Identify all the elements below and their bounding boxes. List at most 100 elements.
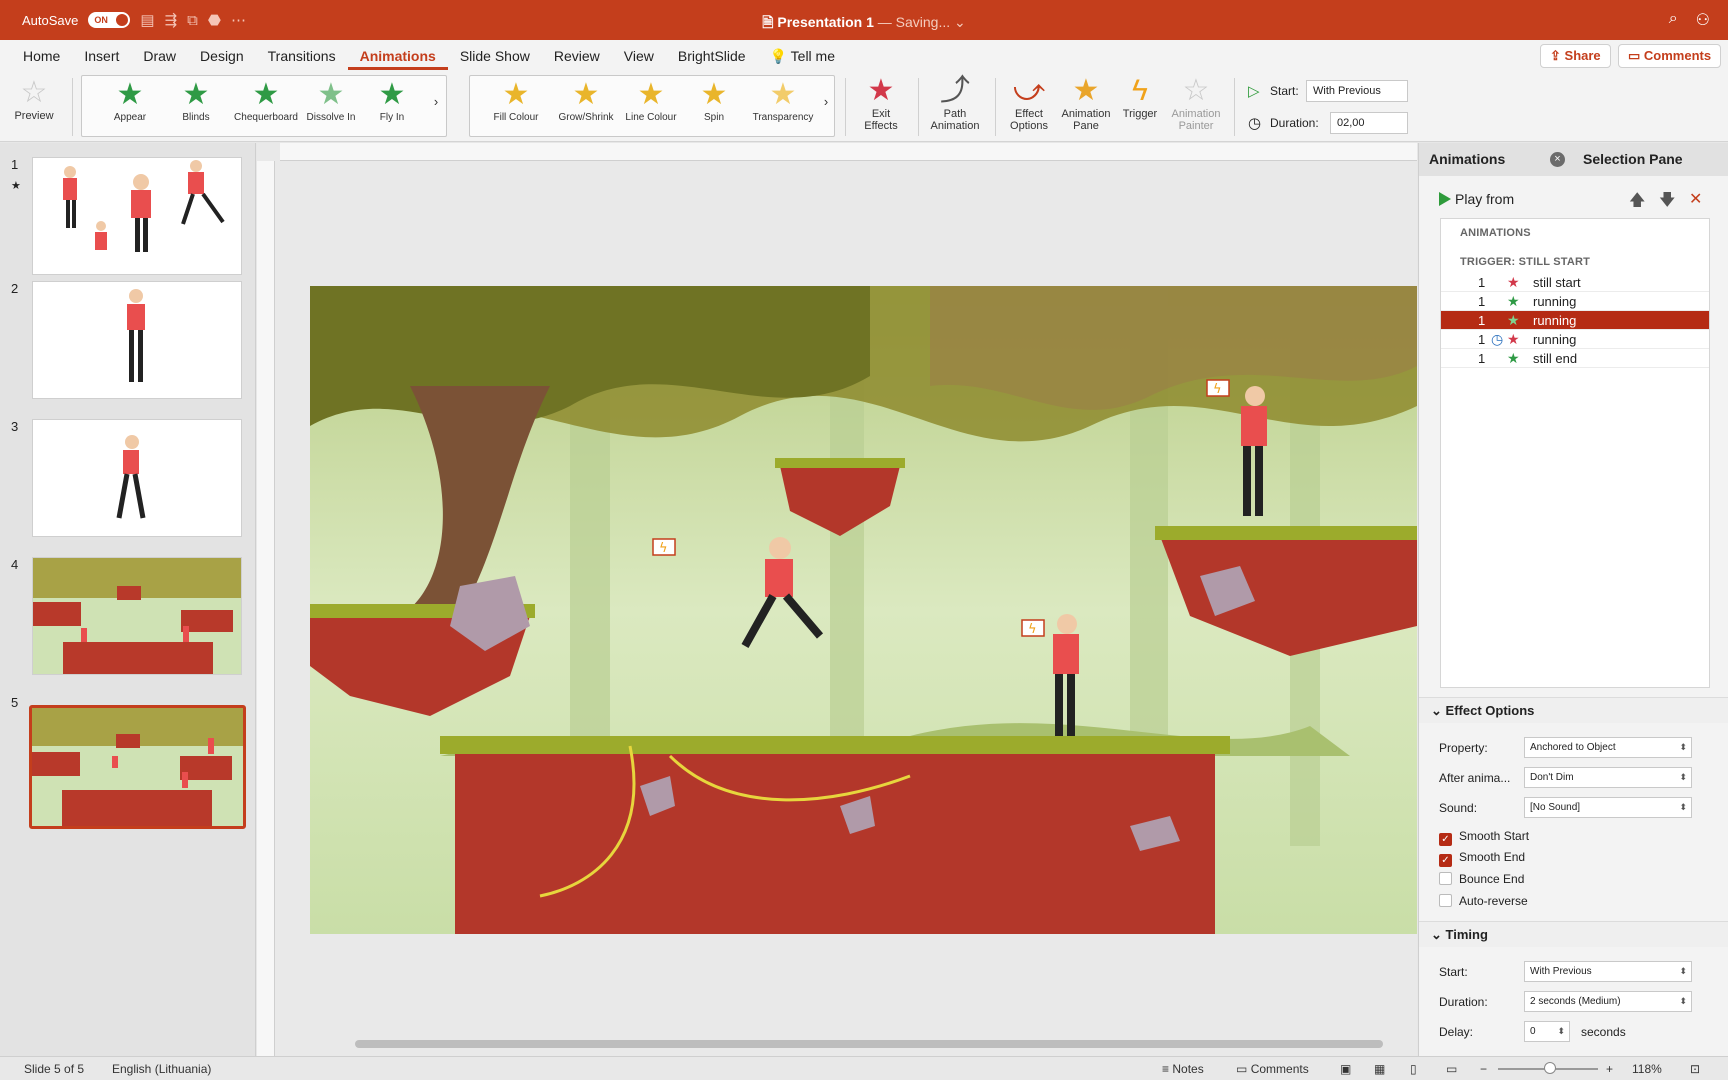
zoom-level[interactable]: 118%	[1632, 1062, 1662, 1076]
slide-sorter-icon[interactable]: ▦	[1374, 1062, 1385, 1076]
effect-label: Appear	[113, 112, 147, 123]
smooth-end-label: Smooth End	[1459, 850, 1526, 864]
slide-canvas[interactable]: ϟ ϟ ϟ	[310, 286, 1417, 934]
effect-spin[interactable]: ★ Spin	[692, 78, 736, 123]
reading-view-icon[interactable]: ▯	[1410, 1062, 1417, 1076]
ribbon-separator	[1234, 78, 1235, 136]
animation-item-selected[interactable]: 1 ★ running	[1441, 311, 1709, 330]
effect-label: Grow/Shrink	[558, 112, 614, 123]
effect-chequerboard[interactable]: ★ Chequerboard	[230, 78, 302, 123]
tab-tell-me[interactable]: 💡 Tell me	[758, 46, 847, 70]
star-icon: ★	[769, 78, 797, 111]
tab-insert[interactable]: Insert	[72, 46, 131, 70]
preview-star-icon: ☆	[20, 76, 48, 109]
gallery-next-icon[interactable]: ›	[820, 94, 832, 109]
effect-fill-colour[interactable]: ★ Fill Colour	[488, 78, 544, 123]
move-up-icon[interactable]: 🡅	[1629, 189, 1645, 216]
effect-options-button[interactable]: ⤻ Effect Options	[1000, 74, 1058, 132]
animations-ribbon: ☆ Preview ★ Appear ★ Blinds ★ Chequerboard …	[0, 72, 1728, 142]
effect-grow-shrink[interactable]: ★ Grow/Shrink	[556, 78, 616, 123]
item-label: still start	[1533, 275, 1581, 290]
play-from-button[interactable]: Play from	[1439, 191, 1514, 207]
search-icon[interactable]: ⌕	[1669, 10, 1678, 30]
effect-fly-in[interactable]: ★ Fly In	[368, 78, 416, 123]
zoom-slider-thumb[interactable]	[1544, 1062, 1556, 1074]
tab-design[interactable]: Design	[188, 46, 256, 70]
exit-label-2: Effects	[864, 120, 898, 132]
smooth-end-checkbox[interactable]: ✓ Smooth End	[1439, 850, 1525, 867]
animation-item[interactable]: 1 ★ running	[1441, 292, 1709, 311]
star-icon: ★	[252, 78, 280, 111]
timing-section[interactable]: ⌄ Timing	[1419, 921, 1728, 947]
horizontal-scrollbar[interactable]	[355, 1040, 1383, 1048]
animation-item[interactable]: 1 ◷ ★ running	[1441, 330, 1709, 349]
slide-4-jungle-scene	[33, 558, 241, 674]
effect-transparency[interactable]: ★ Transparency	[750, 78, 816, 123]
notes-button[interactable]: ≡ Notes	[1162, 1062, 1204, 1076]
animation-painter-button[interactable]: ☆ Animation Painter	[1166, 74, 1226, 132]
tab-brightslide[interactable]: BrightSlide	[666, 46, 758, 70]
slide-thumbnail-4[interactable]	[32, 557, 242, 675]
zoom-in-icon[interactable]: +	[1606, 1062, 1613, 1076]
tab-selection-pane[interactable]: Selection Pane	[1583, 151, 1683, 167]
slide-thumbnail-1[interactable]	[32, 157, 242, 275]
comment-icon: ▭	[1236, 1062, 1248, 1076]
status-comments-button[interactable]: ▭ Comments	[1236, 1062, 1309, 1076]
effect-dissolve-in[interactable]: ★ Dissolve In	[302, 78, 360, 123]
effect-line-colour[interactable]: ★ Line Colour	[622, 78, 680, 123]
tab-view[interactable]: View	[612, 46, 666, 70]
item-order: 1	[1478, 313, 1486, 328]
tab-home[interactable]: Home	[11, 46, 72, 70]
exit-effects-button[interactable]: ★ Exit Effects	[854, 74, 908, 132]
gallery-next-icon[interactable]: ›	[430, 94, 442, 109]
start-select[interactable]: With Previous	[1306, 80, 1408, 102]
delete-icon[interactable]: ✕	[1689, 189, 1702, 209]
effect-appear[interactable]: ★ Appear	[106, 78, 154, 123]
animation-item[interactable]: 1 ★ still end	[1441, 349, 1709, 368]
effect-label: Dissolve In	[306, 112, 356, 123]
star-icon: ★	[502, 78, 530, 111]
effect-options-section[interactable]: ⌄ Effect Options	[1419, 697, 1728, 723]
tab-draw[interactable]: Draw	[131, 46, 188, 70]
tab-transitions[interactable]: Transitions	[256, 46, 348, 70]
chevron-down-icon[interactable]: ⌄	[954, 14, 966, 30]
comments-button[interactable]: ▭ Comments	[1618, 44, 1722, 68]
bounce-end-checkbox[interactable]: Bounce End	[1439, 872, 1524, 886]
fit-to-window-icon[interactable]: ⊡	[1690, 1062, 1700, 1076]
auto-reverse-checkbox[interactable]: Auto-reverse	[1439, 894, 1528, 908]
slide-thumbnail-2[interactable]	[32, 281, 242, 399]
item-label: running	[1533, 332, 1577, 347]
slide-thumbnail-5[interactable]	[29, 705, 246, 829]
slide-show-icon[interactable]: ▭	[1446, 1062, 1457, 1076]
animation-item[interactable]: 1 ★ still start	[1441, 273, 1709, 292]
language-indicator[interactable]: English (Lithuania)	[112, 1062, 211, 1076]
tab-review[interactable]: Review	[542, 46, 612, 70]
share-button[interactable]: ⇪ Share	[1540, 44, 1611, 68]
smooth-start-checkbox[interactable]: ✓ Smooth Start	[1439, 829, 1529, 846]
delay-input[interactable]: 0	[1524, 1021, 1570, 1042]
property-select[interactable]: Anchored to Object	[1524, 737, 1692, 758]
jungle-scene-artwork: ϟ ϟ ϟ	[310, 286, 1417, 934]
account-icon[interactable]: ⚇	[1696, 10, 1710, 30]
zoom-out-icon[interactable]: −	[1480, 1062, 1487, 1076]
duration-input[interactable]: 02,00	[1330, 112, 1408, 134]
move-down-icon[interactable]: 🡇	[1659, 189, 1675, 216]
timing-duration-select[interactable]: 2 seconds (Medium)	[1524, 991, 1692, 1012]
sound-select[interactable]: [No Sound]	[1524, 797, 1692, 818]
close-icon[interactable]: ×	[1550, 152, 1565, 167]
tab-animations[interactable]: Animations	[347, 46, 448, 70]
trigger-button[interactable]: ϟ Trigger	[1116, 74, 1164, 120]
timing-start-select[interactable]: With Previous	[1524, 961, 1692, 982]
normal-view-icon[interactable]: ▣	[1340, 1062, 1351, 1076]
animation-pane-button[interactable]: ★ Animation Pane	[1056, 74, 1116, 132]
preview-button[interactable]: ☆ Preview	[12, 76, 56, 122]
after-animation-select[interactable]: Don't Dim	[1524, 767, 1692, 788]
comments-label: Comments	[1643, 48, 1712, 63]
tab-slide-show[interactable]: Slide Show	[448, 46, 542, 70]
slide-thumbnail-3[interactable]	[32, 419, 242, 537]
effect-blinds[interactable]: ★ Blinds	[172, 78, 220, 123]
entrance-star-icon: ★	[1507, 312, 1520, 328]
path-animation-button[interactable]: ⤴ Path Animation	[922, 74, 988, 132]
tab-animations-pane[interactable]: Animations	[1429, 151, 1505, 167]
animation-pane-label: Animation	[1061, 108, 1111, 120]
